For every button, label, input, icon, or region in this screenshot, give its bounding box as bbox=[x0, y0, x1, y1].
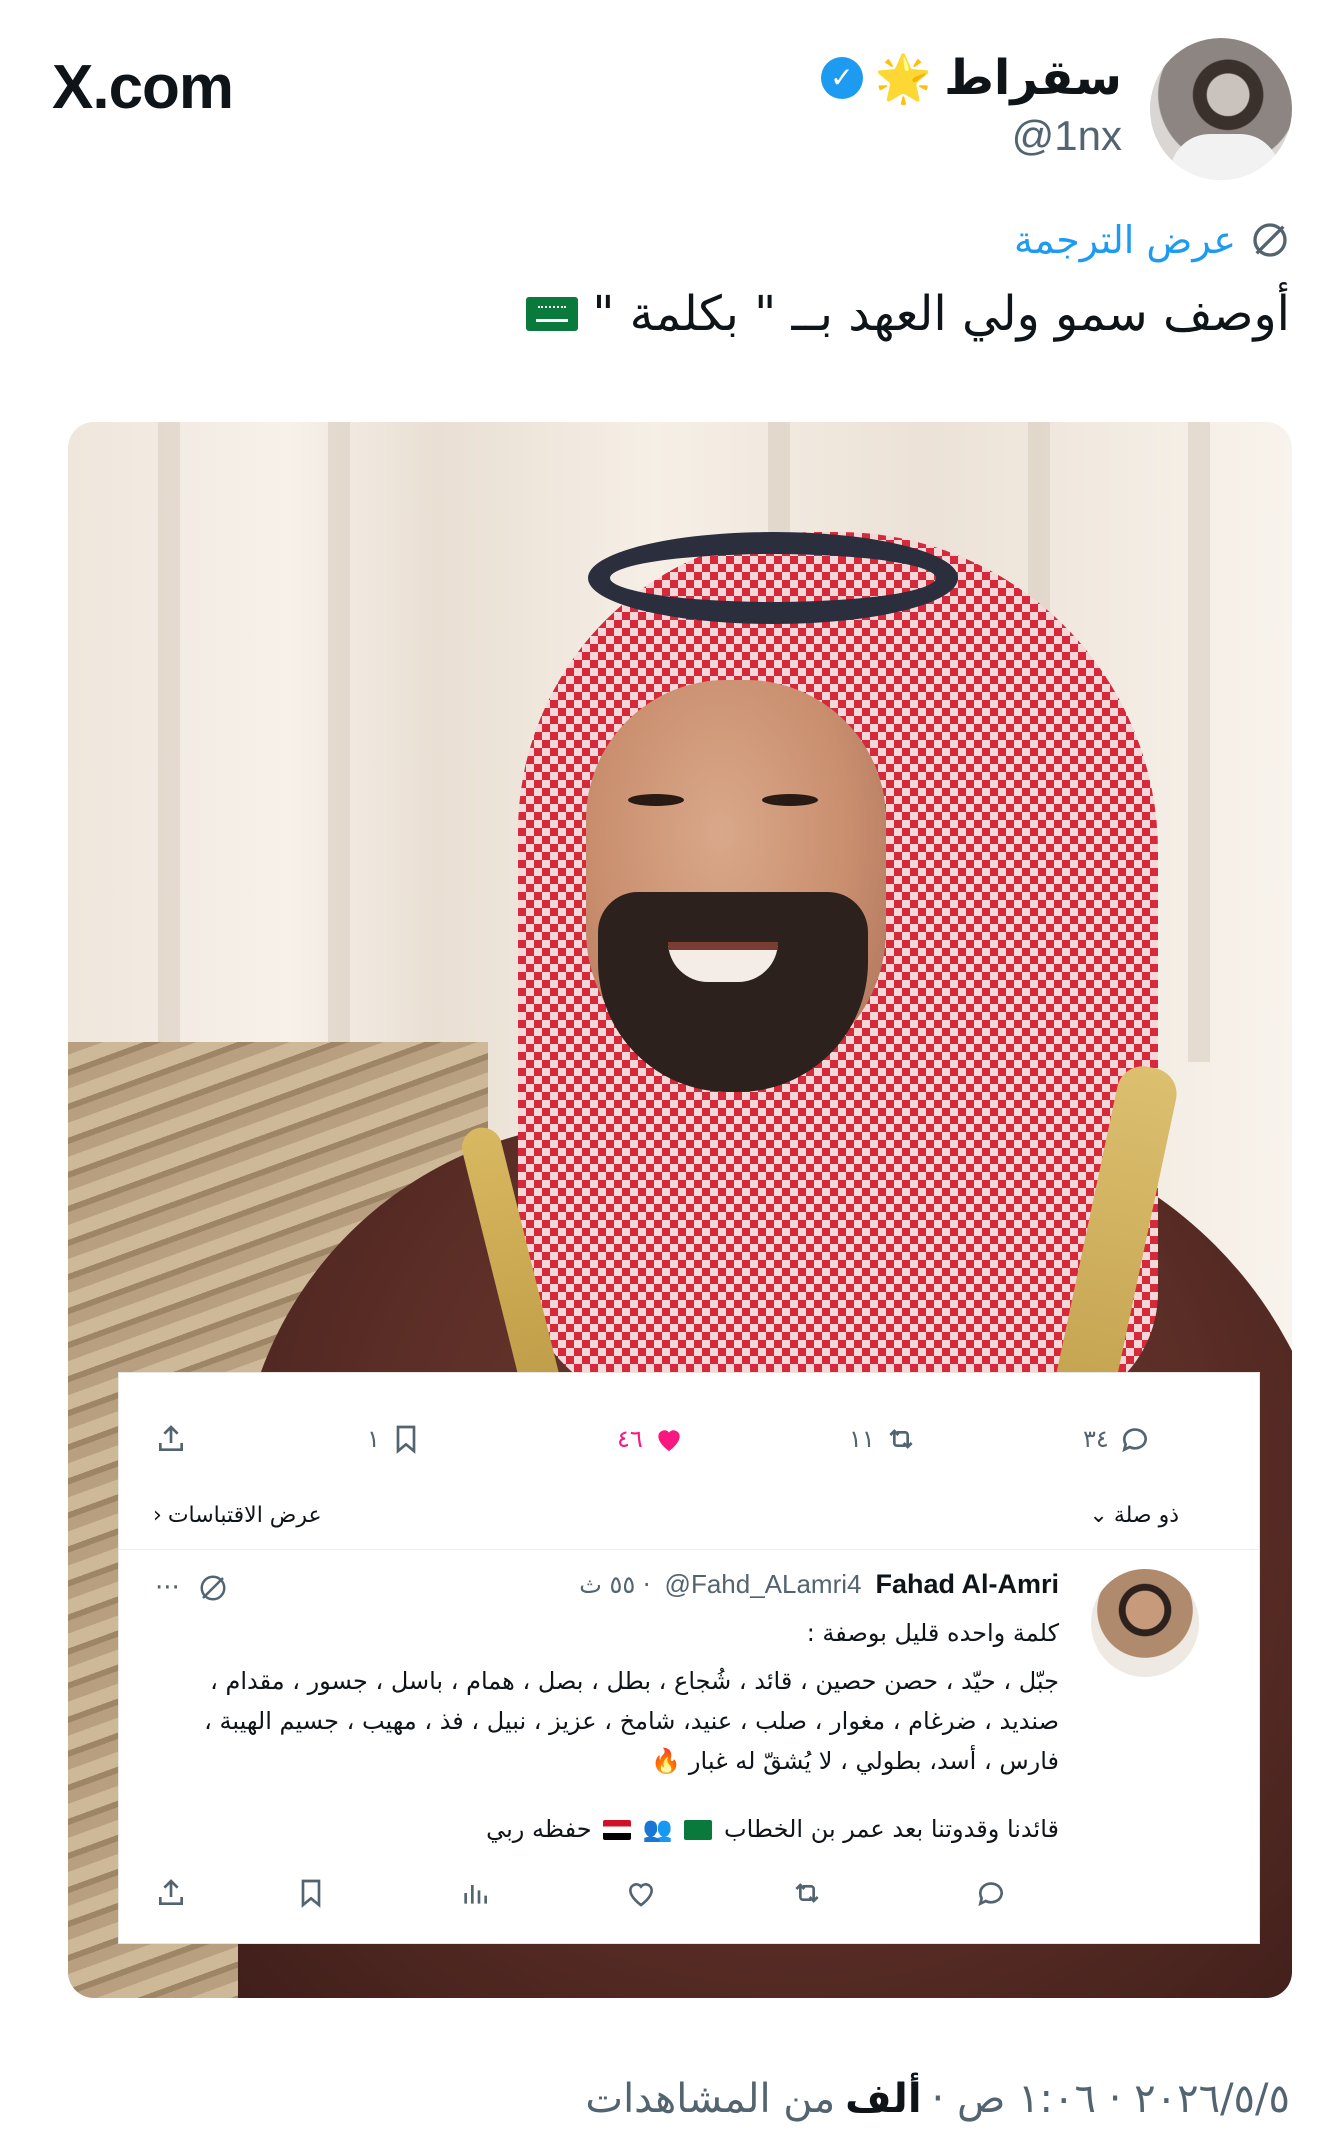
star-emoji: 🌟 bbox=[874, 51, 933, 105]
views-label: من المشاهدات bbox=[585, 2076, 836, 2122]
tweet-text-content: أوصف سمو ولي العهد بــ " بكلمة " bbox=[592, 286, 1290, 342]
more-options-icon[interactable]: ··· bbox=[155, 1573, 180, 1603]
views-button[interactable] bbox=[459, 1877, 491, 1909]
verified-badge-icon: ✓ bbox=[820, 57, 863, 99]
eyes bbox=[628, 794, 848, 814]
like-button[interactable] bbox=[625, 1877, 657, 1909]
embedded-bottom-actions bbox=[119, 1877, 1259, 1917]
related-link[interactable]: ذو صلة ⌄ bbox=[1089, 1503, 1179, 1528]
retweet-icon bbox=[795, 1883, 819, 1903]
translate-globe-icon[interactable] bbox=[198, 1573, 228, 1603]
quoted-author-handle[interactable]: @Fahd_ALamri4 bbox=[665, 1569, 862, 1600]
author-name-row[interactable]: سقراط 🌟 ✓ bbox=[820, 50, 1122, 106]
curtain-fold bbox=[1188, 422, 1210, 1062]
quoted-line: كلمة واحده قليل بوصفة : bbox=[806, 1619, 1059, 1647]
related-label[interactable]: ذو صلة bbox=[1114, 1503, 1179, 1528]
tweet-text: أوصف سمو ولي العهد بــ " بكلمة " bbox=[526, 286, 1290, 342]
like-count: ٤٦ bbox=[617, 1425, 643, 1453]
quoted-line: فارس ، أسد، بطولي ، لا يُشقّ له غبار 🔥 bbox=[651, 1747, 1059, 1775]
view-quotes-label[interactable]: عرض الاقتباسات bbox=[168, 1503, 322, 1528]
saudi-flag-icon bbox=[684, 1820, 713, 1840]
quoted-author-avatar[interactable] bbox=[1091, 1569, 1199, 1677]
chevron-down-icon: ⌄ bbox=[1089, 1503, 1108, 1528]
quoted-closing: قائدنا وقدوتنا بعد عمر بن الخطاب 👥 حفظه … bbox=[189, 1809, 1059, 1849]
quoted-time: · ٥٥ ث bbox=[579, 1571, 651, 1599]
bookmark-button[interactable] bbox=[295, 1877, 327, 1909]
retweet-icon bbox=[889, 1429, 913, 1449]
retweet-count: ١١ bbox=[849, 1425, 875, 1453]
egypt-flag-icon bbox=[603, 1820, 632, 1840]
embedded-tweet-screenshot: ١ ٤٦ ١١ ٣٤ ذو صلة ⌄ عرض الاقتباسات ‹ Fah… bbox=[118, 1372, 1260, 1944]
bookmark-icon bbox=[301, 1879, 321, 1908]
embedded-top-actions: ١ ٤٦ ١١ ٣٤ bbox=[119, 1423, 1259, 1473]
reply-icon bbox=[1122, 1428, 1147, 1453]
view-quotes-link[interactable]: عرض الاقتباسات ‹ bbox=[153, 1503, 322, 1528]
quoted-closing-text: قائدنا وقدوتنا بعد عمر بن الخطاب bbox=[724, 1815, 1059, 1843]
translate-globe-icon bbox=[1253, 223, 1287, 257]
quoted-line: صنديد ، ضرغام ، مغوار ، صلب ، عنيد، شامخ… bbox=[204, 1707, 1059, 1735]
tweet-meta: ٢٠٢٦/٥/٥ · ١:٠٦ ص · ألف من المشاهدات bbox=[585, 2076, 1290, 2122]
quoted-tweet-body: كلمة واحده قليل بوصفة : جبّل ، حيّد ، حص… bbox=[189, 1613, 1059, 1849]
author-display-name[interactable]: سقراط bbox=[944, 50, 1122, 106]
chevron-left-icon: ‹ bbox=[153, 1503, 162, 1528]
heart-filled-icon bbox=[658, 1430, 680, 1451]
retweet-button[interactable]: ١١ bbox=[849, 1423, 917, 1455]
like-button[interactable]: ٤٦ bbox=[617, 1423, 685, 1455]
quoted-tools: ··· bbox=[155, 1573, 228, 1603]
avatar-shirt bbox=[1170, 134, 1280, 180]
curtain-fold bbox=[158, 422, 180, 1062]
saudi-flag-icon bbox=[526, 297, 579, 331]
retweet-button[interactable] bbox=[791, 1877, 823, 1909]
share-button[interactable] bbox=[155, 1423, 187, 1455]
reply-button[interactable] bbox=[975, 1877, 1007, 1909]
quoted-closing-prayer: حفظه ربي bbox=[486, 1815, 592, 1843]
reply-button[interactable]: ٣٤ bbox=[1083, 1423, 1151, 1455]
translate-link[interactable]: عرض الترجمة bbox=[1014, 218, 1290, 262]
translate-label[interactable]: عرض الترجمة bbox=[1014, 218, 1236, 262]
tweet-datetime[interactable]: ٢٠٢٦/٥/٥ · ١:٠٦ ص · bbox=[932, 2076, 1290, 2122]
curtain-fold bbox=[328, 422, 350, 1062]
bookmark-count: ١ bbox=[367, 1425, 380, 1453]
agal bbox=[588, 532, 958, 624]
share-icon bbox=[159, 1879, 183, 1905]
divider bbox=[119, 1549, 1259, 1550]
share-button[interactable] bbox=[155, 1877, 187, 1909]
author-avatar[interactable] bbox=[1150, 38, 1292, 180]
site-logo: X.com bbox=[52, 53, 234, 122]
share-icon bbox=[159, 1425, 183, 1451]
bookmark-icon bbox=[396, 1425, 416, 1454]
quoted-author-row: Fahad Al-Amri @Fahd_ALamri4 · ٥٥ ث bbox=[579, 1569, 1059, 1600]
views-count: ألف bbox=[845, 2076, 922, 2122]
reply-icon bbox=[978, 1882, 1003, 1907]
bookmark-button[interactable]: ١ bbox=[367, 1423, 422, 1455]
people-emoji: 👥 bbox=[642, 1815, 673, 1843]
author-handle[interactable]: @1nx bbox=[1012, 112, 1122, 160]
quoted-author-name[interactable]: Fahad Al-Amri bbox=[875, 1569, 1059, 1600]
bar-chart-icon bbox=[464, 1885, 487, 1904]
heart-icon bbox=[628, 1883, 654, 1907]
reply-count: ٣٤ bbox=[1083, 1425, 1109, 1453]
quoted-line: جبّل ، حيّد ، حصن حصين ، قائد ، شُجاع ، … bbox=[210, 1667, 1059, 1695]
